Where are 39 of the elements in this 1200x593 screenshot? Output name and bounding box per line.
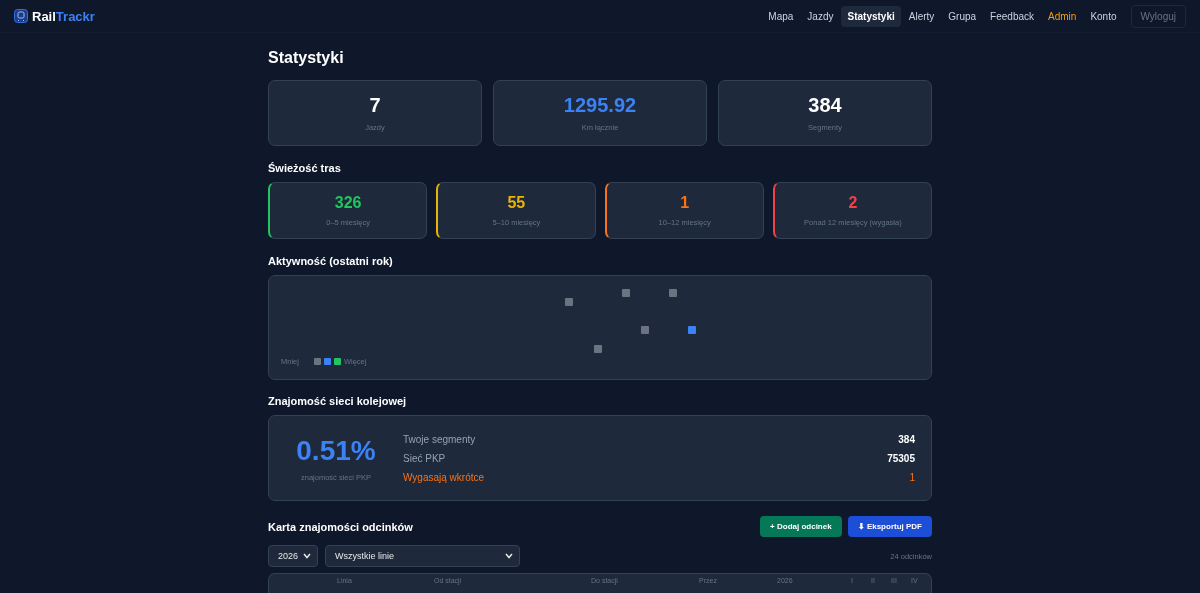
section-title: Karta znajomości odcinków: [268, 520, 413, 533]
freshness-value: 55: [507, 194, 526, 212]
network-row-label: Sieć PKP: [403, 452, 446, 464]
nav-link[interactable]: Alerty: [902, 5, 941, 27]
network-row-value: 384: [898, 433, 915, 445]
freshness-value: 326: [334, 194, 362, 212]
stat-value: 1295.92: [563, 94, 637, 117]
add-segment-button[interactable]: + Dodaj odcinek: [760, 516, 842, 537]
legend-swatch-icon: [313, 358, 321, 365]
nav-link[interactable]: Statystyki: [841, 5, 901, 27]
app-logo-text[interactable]: RailTrackr: [32, 8, 95, 24]
stat-value: 384: [808, 94, 842, 117]
freshness-value: 2: [848, 194, 858, 212]
nav-link[interactable]: Jazdy: [801, 5, 840, 27]
legend-swatch-icon: [333, 358, 341, 365]
year-select[interactable]: 2026: [268, 545, 318, 567]
nav-link[interactable]: Grupa: [942, 5, 983, 27]
chevron-down-icon: [505, 553, 513, 559]
train-logo-icon: [14, 9, 28, 23]
network-percent: 0.51%: [296, 434, 376, 467]
nav-link[interactable]: Feedback: [984, 5, 1040, 27]
network-row-value: 1: [909, 471, 915, 483]
chevron-down-icon: [303, 553, 311, 559]
network-row-label: Wygasają wkrótce: [403, 471, 485, 483]
export-pdf-button[interactable]: ⬇ Eksportuj PDF: [847, 516, 932, 537]
freshness-value: 1: [680, 194, 690, 212]
nav-link[interactable]: Konto: [1084, 5, 1123, 27]
network-row-label: Twoje segmenty: [403, 433, 476, 445]
page-title: Statystyki: [268, 49, 345, 67]
stat-value: 7: [369, 94, 381, 117]
nav-link[interactable]: Mapa: [762, 5, 800, 27]
section-title: Świeżość tras: [268, 162, 342, 174]
legend-swatch-icon: [323, 358, 331, 365]
section-title: Znajomość sieci kolejowej: [268, 395, 408, 407]
line-select[interactable]: Wszystkie linie: [325, 545, 520, 567]
nav-link[interactable]: Admin: [1042, 5, 1083, 27]
network-row-value: 75305: [887, 452, 915, 464]
section-title: Aktywność (ostatni rok): [268, 255, 394, 267]
nav-link[interactable]: Wyloguj: [1130, 4, 1186, 28]
